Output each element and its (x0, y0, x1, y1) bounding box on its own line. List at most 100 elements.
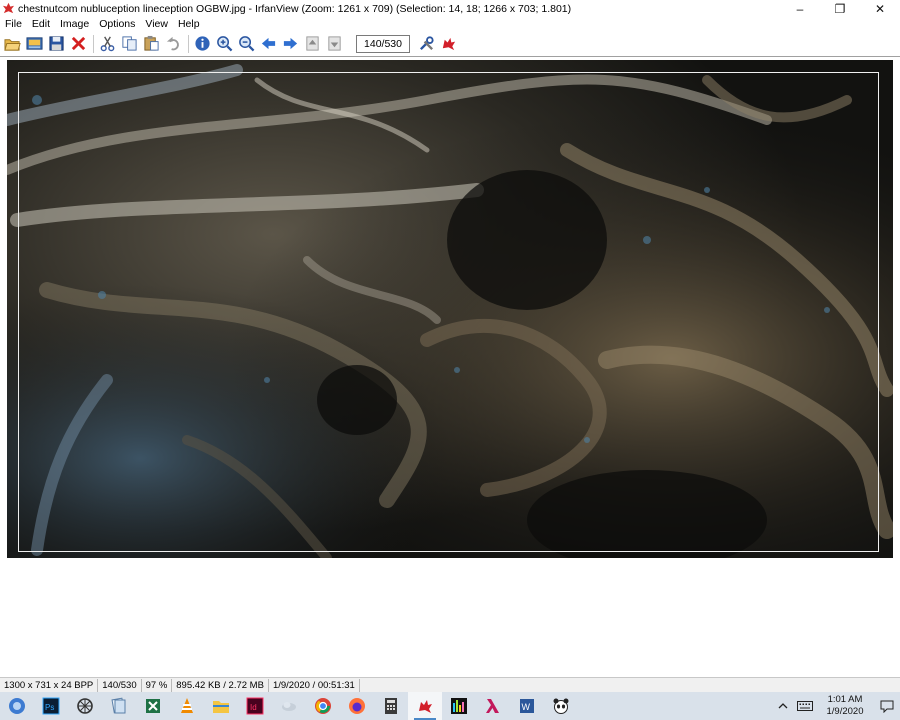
taskbar-indesign[interactable]: Id (238, 692, 272, 720)
menu-image[interactable]: Image (55, 17, 94, 31)
toolbar-separator (188, 34, 189, 53)
last-page-button[interactable] (324, 33, 345, 54)
irfanview-cat-icon (442, 37, 456, 51)
delete-x-icon (71, 36, 86, 51)
wheel-app-icon (77, 698, 93, 714)
minimize-button[interactable]: – (780, 0, 820, 17)
page-counter-field[interactable]: 140/530 (356, 34, 410, 53)
taskbar-files[interactable] (102, 692, 136, 720)
zoom-in-icon (217, 36, 233, 52)
excel-icon (146, 699, 160, 713)
zoom-in-button[interactable] (214, 33, 235, 54)
cut-button[interactable] (97, 33, 118, 54)
word-icon: W (520, 699, 534, 713)
calculator-icon (385, 698, 397, 714)
page-up-icon (306, 36, 319, 51)
menu-options[interactable]: Options (94, 17, 140, 31)
taskbar-cloud-app[interactable] (272, 692, 306, 720)
status-dimensions: 1300 x 731 x 24 BPP (0, 678, 99, 692)
close-button[interactable]: ✕ (860, 0, 900, 17)
irfanview-window: chestnutcom nubluception lineception OGB… (0, 0, 900, 720)
firefox-icon (349, 698, 365, 714)
menu-file[interactable]: File (0, 17, 27, 31)
previous-button[interactable] (258, 33, 279, 54)
lambda-icon (486, 699, 499, 713)
folder-open-icon (4, 39, 21, 51)
delete-button[interactable] (68, 33, 89, 54)
window-title: chestnutcom nubluception lineception OGB… (18, 2, 572, 15)
slideshow-icon (26, 37, 43, 50)
indesign-icon: Id (246, 697, 264, 715)
toolbar: 140/530 (0, 31, 900, 56)
system-tray: 1:01 AM 1/9/2020 (772, 692, 900, 720)
svg-text:W: W (522, 702, 531, 712)
properties-button[interactable] (416, 33, 437, 54)
taskbar-lambda-app[interactable] (476, 692, 510, 720)
menu-view[interactable]: View (140, 17, 173, 31)
clock-time: 1:01 AM (827, 694, 863, 705)
notification-icon[interactable] (874, 700, 900, 713)
paste-button[interactable] (141, 33, 162, 54)
menu-bar: File Edit Image Options View Help (0, 17, 900, 31)
copy-icon (122, 36, 137, 51)
taskbar-file-explorer[interactable] (204, 692, 238, 720)
chrome-icon (315, 698, 331, 714)
irfanview-icon (419, 700, 432, 713)
chevron-up-icon[interactable] (772, 701, 794, 711)
undo-button[interactable] (163, 33, 184, 54)
status-page: 140/530 (98, 678, 142, 692)
panda-icon (553, 698, 569, 714)
status-datetime: 1/9/2020 / 00:51:31 (269, 678, 360, 692)
vlc-cone-icon (181, 698, 193, 713)
system-clock[interactable]: 1:01 AM 1/9/2020 (816, 694, 874, 718)
copy-button[interactable] (119, 33, 140, 54)
info-icon (195, 36, 210, 51)
status-filesize: 895.42 KB / 2.72 MB (172, 678, 269, 692)
keyboard-icon[interactable] (794, 701, 816, 711)
taskbar-word[interactable]: W (510, 692, 544, 720)
taskbar-irfanview[interactable] (408, 692, 442, 720)
taskbar-chrome[interactable] (306, 692, 340, 720)
taskbar-photoshop[interactable]: Ps (34, 692, 68, 720)
paste-clipboard-icon (144, 35, 159, 51)
taskbar-calculator[interactable] (374, 692, 408, 720)
arrow-right-icon (283, 37, 298, 50)
artwork-image (7, 60, 893, 558)
scissors-icon (100, 36, 115, 52)
next-button[interactable] (280, 33, 301, 54)
clock-date: 1/9/2020 (826, 706, 864, 717)
toolbar-separator (93, 34, 94, 53)
floppy-disk-icon (49, 36, 64, 51)
menu-edit[interactable]: Edit (27, 17, 55, 31)
folder-icon (213, 701, 229, 713)
title-bar: chestnutcom nubluception lineception OGB… (0, 0, 900, 17)
save-button[interactable] (46, 33, 67, 54)
zoom-out-button[interactable] (236, 33, 257, 54)
taskbar-equalizer-app[interactable] (442, 692, 476, 720)
maximize-button[interactable]: ❐ (820, 0, 860, 17)
first-page-button[interactable] (302, 33, 323, 54)
info-button[interactable] (192, 33, 213, 54)
photoshop-icon: Ps (42, 697, 60, 715)
taskbar-excel[interactable] (136, 692, 170, 720)
windows-taskbar: Ps Id W 1:01 AM 1/9/2020 (0, 692, 900, 720)
tools-icon (419, 36, 434, 51)
taskbar-orb-app[interactable] (0, 692, 34, 720)
slideshow-button[interactable] (24, 33, 45, 54)
taskbar-firefox[interactable] (340, 692, 374, 720)
menu-help[interactable]: Help (173, 17, 205, 31)
open-button[interactable] (2, 33, 23, 54)
status-bar: 1300 x 731 x 24 BPP 140/530 97 % 895.42 … (0, 677, 900, 692)
irfanview-app-icon (2, 2, 15, 14)
irfanview-about-button[interactable] (438, 33, 459, 54)
zoom-out-icon (239, 36, 255, 52)
taskbar-app-wheel[interactable] (68, 692, 102, 720)
page-down-icon (328, 36, 341, 51)
status-zoom: 97 % (142, 678, 173, 692)
displayed-image[interactable] (7, 60, 893, 558)
orb-app-icon (9, 698, 25, 714)
equalizer-icon (451, 698, 467, 714)
taskbar-vlc[interactable] (170, 692, 204, 720)
arrow-left-icon (261, 37, 276, 50)
taskbar-panda-app[interactable] (544, 692, 578, 720)
